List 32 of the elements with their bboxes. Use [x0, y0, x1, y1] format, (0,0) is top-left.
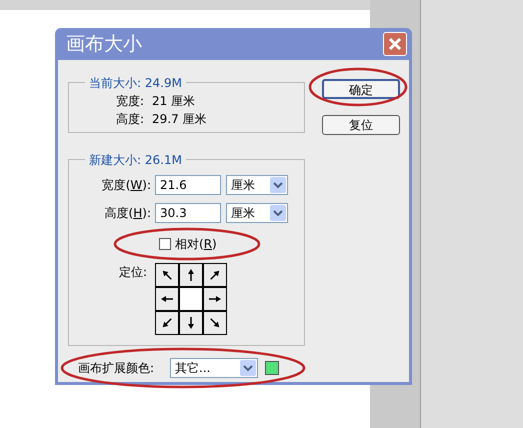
- anchor-cell[interactable]: [179, 263, 203, 287]
- anchor-cell[interactable]: [155, 311, 179, 335]
- size-label: 高度:: [116, 112, 144, 126]
- close-icon: [388, 37, 402, 51]
- dialog-button[interactable]: 复位: [322, 115, 400, 135]
- color-label: 画布扩展颜色:: [78, 361, 156, 375]
- size-label: 宽度:: [116, 94, 144, 108]
- checkbox[interactable]: [159, 238, 171, 250]
- field-label: 高度(H):: [104, 206, 152, 220]
- size-value: 21 厘米: [152, 94, 196, 108]
- number-field[interactable]: 30.3: [155, 203, 221, 223]
- anchor-cell[interactable]: [155, 263, 179, 287]
- dialog-button[interactable]: 确定: [322, 79, 400, 99]
- color-select[interactable]: 其它...: [170, 358, 258, 378]
- color-swatch[interactable]: [265, 361, 279, 375]
- unit-select[interactable]: 厘米: [226, 203, 288, 223]
- anchor-cell[interactable]: [203, 311, 227, 335]
- anchor-cell[interactable]: [155, 287, 179, 311]
- anchor-cell[interactable]: [179, 311, 203, 335]
- close-button[interactable]: [383, 32, 407, 56]
- field-label: 宽度(W):: [100, 178, 152, 192]
- anchor-cell[interactable]: [203, 263, 227, 287]
- unit-select[interactable]: 厘米: [226, 175, 288, 195]
- window-title: 画布大小: [66, 32, 142, 57]
- size-value: 29.7 厘米: [152, 112, 207, 126]
- anchor-label: 定位:: [118, 264, 148, 281]
- group-legend: 新建大小: 26.1M: [89, 153, 182, 167]
- anchor-cell[interactable]: [179, 287, 203, 311]
- number-field[interactable]: 21.6: [155, 175, 221, 195]
- group-legend: 当前大小: 24.9M: [89, 76, 182, 90]
- anchor-cell[interactable]: [203, 287, 227, 311]
- checkbox-label: 相对(R): [175, 237, 217, 251]
